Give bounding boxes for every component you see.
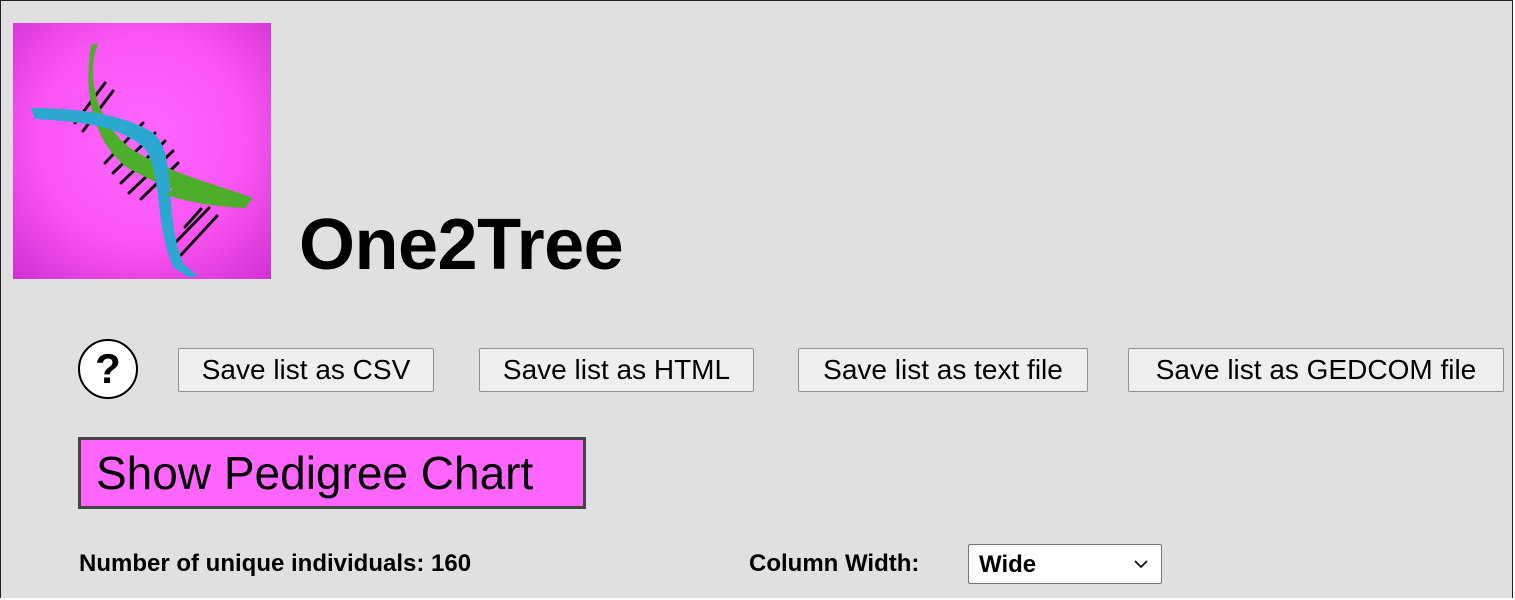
dna-helix-icon [13,23,271,279]
save-csv-button[interactable]: Save list as CSV [178,348,434,392]
app-title: One2Tree [299,205,624,285]
column-width-selected-value: Wide [979,551,1037,578]
app-frame: One2Tree ? Save list as CSV Save list as… [0,0,1513,598]
save-gedcom-button[interactable]: Save list as GEDCOM file [1128,348,1504,392]
chevron-down-icon [1134,560,1148,569]
unique-individuals-count: Number of unique individuals: 160 [79,550,472,577]
column-width-label: Column Width: [749,550,920,577]
save-text-button[interactable]: Save list as text file [798,348,1088,392]
save-html-button[interactable]: Save list as HTML [479,348,754,392]
column-width-select[interactable]: Wide [968,544,1162,584]
show-pedigree-chart-button[interactable]: Show Pedigree Chart [78,437,586,509]
help-icon[interactable]: ? [78,339,138,399]
